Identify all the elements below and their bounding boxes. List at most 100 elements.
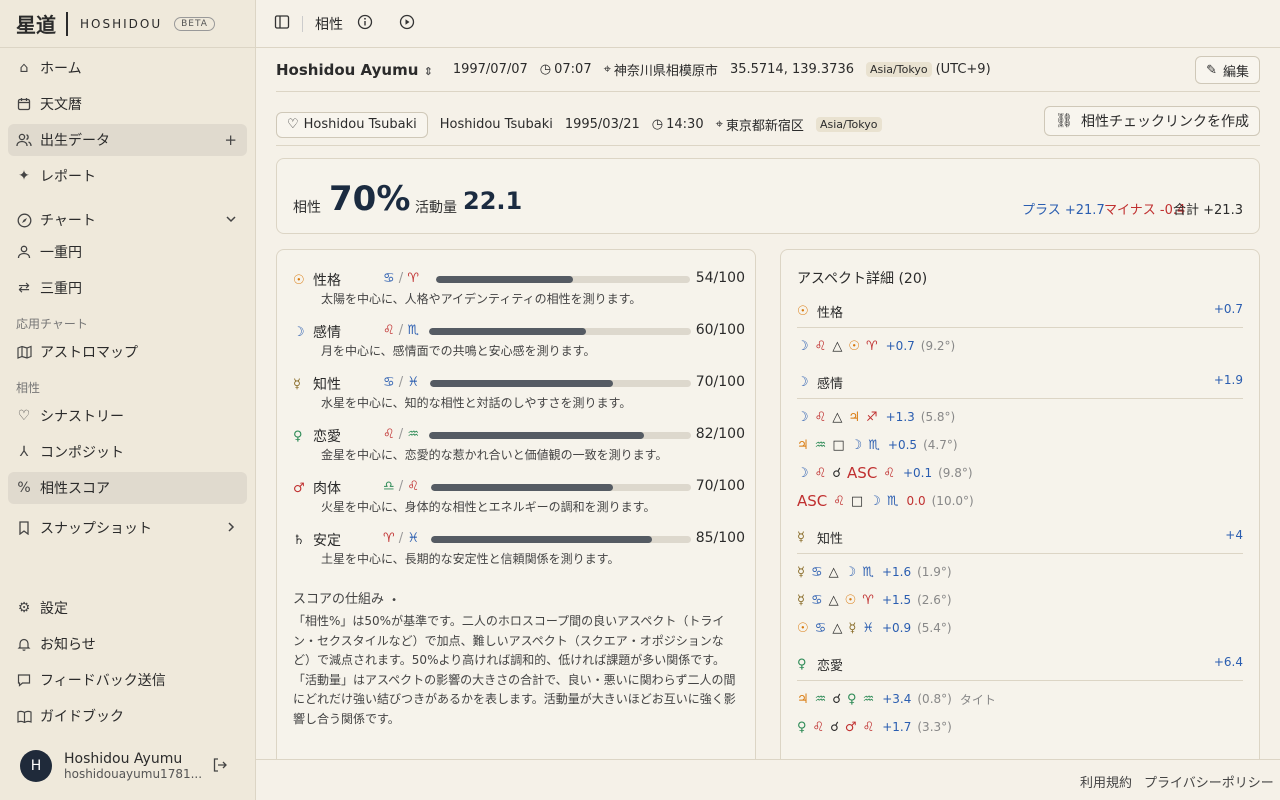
- ascendant-label: ASC: [797, 492, 828, 510]
- avatar: H: [20, 750, 52, 782]
- create-link-button[interactable]: ⛓ 相性チェックリンクを作成: [1044, 106, 1260, 136]
- sidebar-toggle-icon[interactable]: [274, 14, 290, 34]
- sidebar-item-composite[interactable]: ⅄ コンポジット: [8, 436, 247, 468]
- sidebar-item-home[interactable]: ⌂ ホーム: [8, 52, 247, 84]
- score-bar-fill: [429, 328, 587, 335]
- aspect-details-panel: アスペクト詳細 (20) ☉ 性格 +0.7 ☽ ♌ △ ☉ ♈ +0.7 (9…: [780, 249, 1260, 759]
- mercury-icon: ☿: [797, 530, 805, 545]
- sidebar-item-label: 一重円: [40, 245, 82, 261]
- privacy-link[interactable]: プライバシーポリシー: [1144, 772, 1274, 791]
- aspect-group-total: +1.9: [1213, 373, 1243, 387]
- aspect-orb: (0.8°): [917, 692, 952, 706]
- person1-place: 神奈川県相模原市: [613, 64, 718, 79]
- user-email: hoshidouayumu1781...: [64, 767, 203, 781]
- sidebar-item-synastry[interactable]: ♡ シナストリー: [8, 400, 247, 432]
- scorpio-icon: ♏: [868, 437, 880, 453]
- main-content: Hoshidou Ayumu ⇕ 1997/07/07 ◷ 07:07 ⌖ 神奈…: [256, 48, 1280, 759]
- sidebar-item-compat-score[interactable]: % 相性スコア: [8, 472, 247, 504]
- aspect-row: ASC ♌ □ ☽ ♏ 0.0 (10.0°): [797, 490, 974, 512]
- sparkles-icon: ✦: [18, 168, 30, 184]
- aquarius-icon: ♒: [407, 427, 419, 442]
- aspect-group-header[interactable]: ☽ 感情 +1.9: [797, 373, 1243, 399]
- sidebar-item-feedback[interactable]: フィードバック送信: [8, 664, 247, 696]
- tight-badge: タイト: [959, 692, 996, 707]
- aspect-row: ☉ ♋ △ ☿ ♓ +0.9 (5.4°): [797, 617, 952, 639]
- percent-icon: %: [17, 480, 31, 496]
- sun-icon: ☉: [293, 273, 305, 288]
- info-icon[interactable]: [357, 14, 373, 34]
- edit-label: 編集: [1222, 64, 1249, 80]
- score-bar: [429, 328, 691, 335]
- aspect-row: ♀ ♌ ☌ ♂ ♌ +1.7 (3.3°): [797, 716, 952, 738]
- aspect-group-header[interactable]: ☿ 知性 +4: [797, 528, 1243, 554]
- top-bar: 相性: [256, 0, 1280, 48]
- aspect-group-name: 恋愛: [817, 659, 844, 674]
- saturn-icon: ♄: [293, 533, 305, 548]
- user-profile[interactable]: H Hoshidou Ayumu hoshidouayumu1781...: [20, 750, 240, 782]
- jupiter-icon: ♃: [848, 409, 860, 425]
- sidebar-item-settings[interactable]: ⚙ 設定: [8, 592, 247, 624]
- sidebar-item-astromap[interactable]: アストロマップ: [8, 336, 247, 368]
- sidebar-item-triple-wheel[interactable]: ⇄ 三重円: [8, 272, 247, 304]
- sidebar-item-label: ホーム: [40, 61, 82, 77]
- person1-offset: (UTC+9): [935, 62, 991, 77]
- score-explanation-toggle[interactable]: スコアの仕組み •: [293, 588, 397, 607]
- person1-coords: 35.5714, 139.3736: [729, 62, 854, 77]
- sidebar-item-label: お知らせ: [40, 637, 96, 653]
- sidebar-item-chart[interactable]: チャート: [8, 204, 247, 236]
- terms-link[interactable]: 利用規約: [1080, 772, 1132, 791]
- user-icon: [16, 244, 32, 260]
- sidebar-item-snapshot[interactable]: スナップショット: [8, 512, 247, 544]
- person2-date: 1995/03/21: [564, 117, 640, 132]
- moon-icon: ☽: [293, 325, 305, 340]
- map-icon: [16, 344, 32, 360]
- explain-heading: スコアの仕組み: [293, 592, 385, 607]
- slash: /: [398, 271, 404, 286]
- aries-icon: ♈: [383, 531, 395, 546]
- edit-icon: ✎: [1206, 62, 1217, 78]
- clock-icon: ◷: [539, 62, 552, 77]
- aspect-group-header[interactable]: ♀ 恋愛 +6.4: [797, 655, 1243, 681]
- calendar-icon: [16, 96, 32, 112]
- trine-icon: △: [828, 592, 839, 608]
- mercury-icon: ☿: [848, 620, 857, 636]
- gear-icon: ⚙: [17, 600, 31, 616]
- aspect-score: 0.0: [906, 494, 926, 508]
- aspect-row: ☿ ♋ △ ☽ ♏ +1.6 (1.9°): [797, 561, 952, 583]
- sidebar-item-birth-data[interactable]: 出生データ +: [8, 124, 247, 156]
- aspect-score: +1.6: [881, 565, 912, 579]
- pin-icon: ⌖: [603, 62, 611, 77]
- brand-logo[interactable]: 星道 HOSHIDOU BETA: [0, 0, 255, 48]
- moon-icon: ☽: [850, 437, 863, 453]
- sidebar-item-label: コンポジット: [40, 445, 124, 461]
- aspect-group-header[interactable]: ☉ 性格 +0.7: [797, 302, 1243, 328]
- mercury-icon: ☿: [797, 564, 805, 580]
- sidebar-item-label: 出生データ: [40, 133, 110, 149]
- sidebar-item-ephemeris[interactable]: 天文暦: [8, 88, 247, 120]
- sidebar-item-label: 三重円: [40, 281, 82, 297]
- partner-chip[interactable]: ♡ Hoshidou Tsubaki: [276, 111, 428, 138]
- play-icon[interactable]: [399, 14, 415, 34]
- logout-icon[interactable]: [212, 757, 228, 777]
- edit-button[interactable]: ✎ 編集: [1195, 56, 1260, 84]
- aspect-row: ☽ ♌ △ ♃ ♐ +1.3 (5.8°): [797, 406, 955, 428]
- sidebar-item-report[interactable]: ✦ レポート: [8, 160, 247, 192]
- person1-selector[interactable]: Hoshidou Ayumu ⇕: [276, 61, 433, 79]
- category-name: 安定: [313, 533, 341, 549]
- aspect-score: +0.5: [887, 438, 918, 452]
- category-score: 70/100: [695, 478, 745, 494]
- add-birth-data-icon[interactable]: +: [224, 131, 237, 149]
- category-name: 性格: [313, 273, 341, 289]
- section-label-applied: 応用チャート: [16, 317, 88, 331]
- cancer-icon: ♋: [383, 375, 395, 390]
- category-desc: 金星を中心に、恋愛的な惹かれ合いと価値観の一致を測ります。: [321, 448, 668, 462]
- sidebar-item-notifications[interactable]: お知らせ: [8, 628, 247, 660]
- chevron-down-icon: [225, 211, 237, 229]
- aspect-orb: (4.7°): [923, 438, 958, 452]
- book-icon: [16, 708, 32, 724]
- sidebar-item-single-wheel[interactable]: 一重円: [8, 236, 247, 268]
- sidebar-item-guidebook[interactable]: ガイドブック: [8, 700, 247, 732]
- pisces-icon: ♓: [862, 620, 874, 636]
- aspect-orb: (10.0°): [931, 494, 974, 508]
- message-icon: [16, 672, 32, 688]
